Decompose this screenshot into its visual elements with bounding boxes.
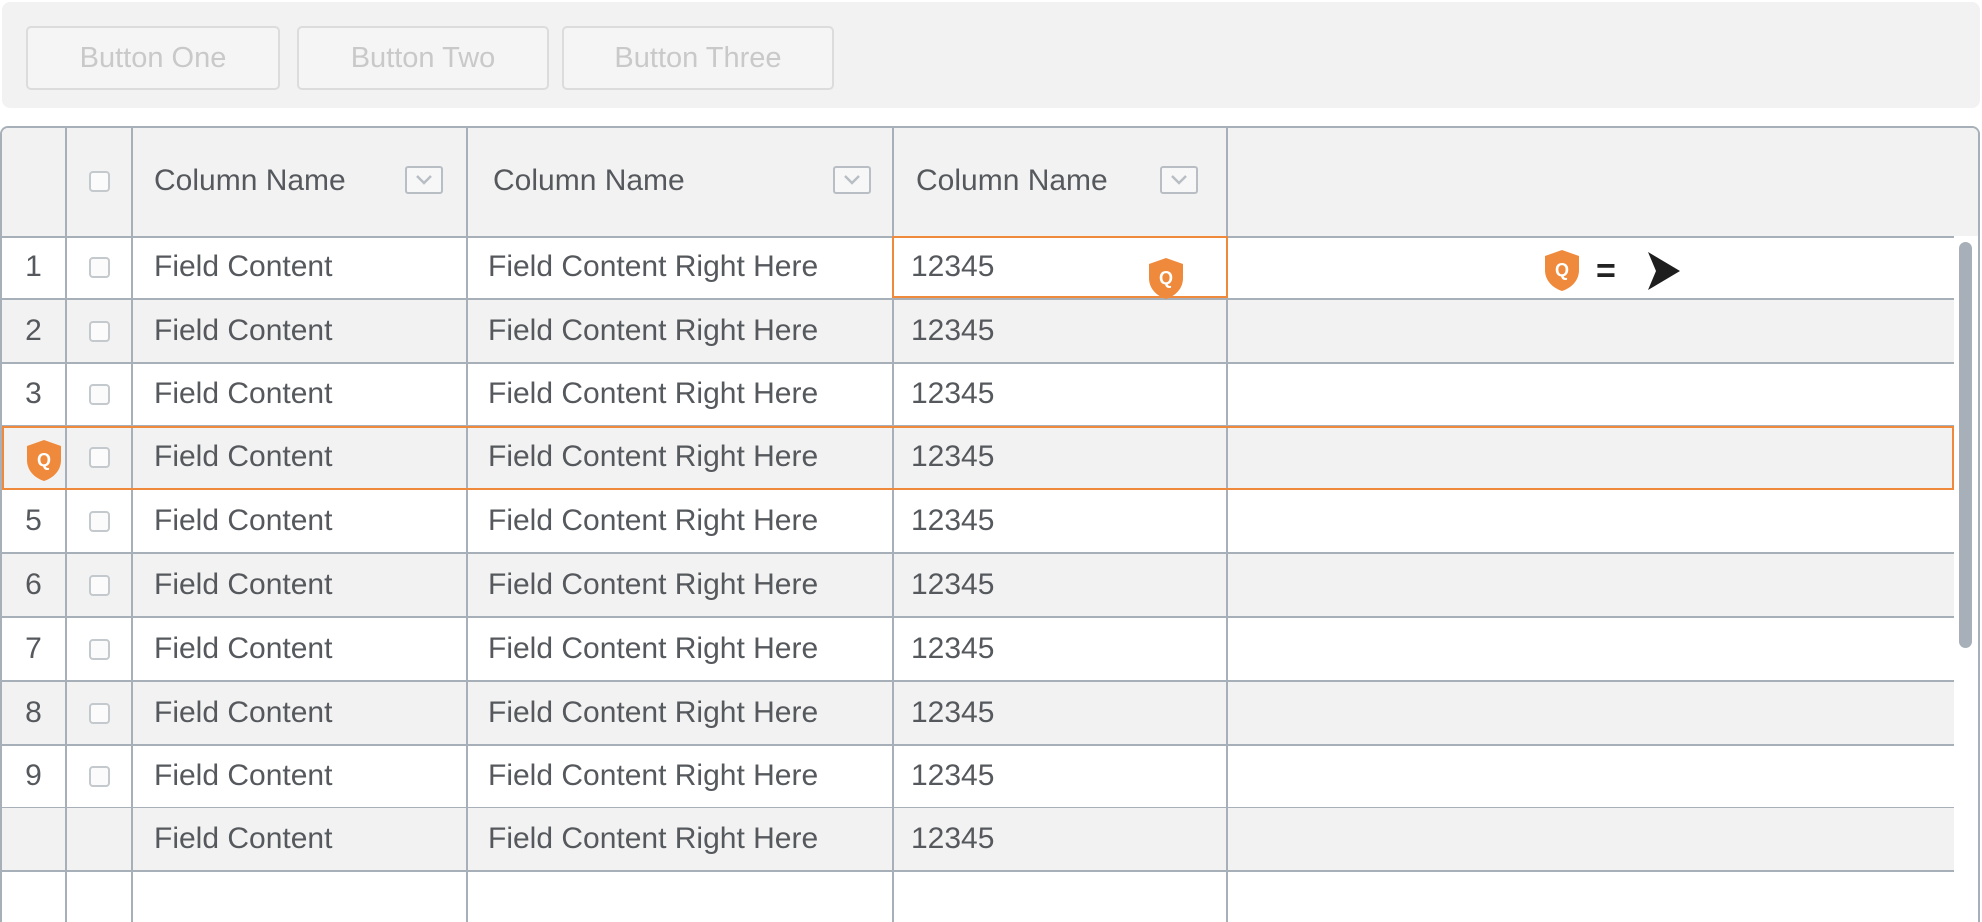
grid-divider xyxy=(1226,128,1228,922)
grid-divider xyxy=(65,128,67,922)
column-header-3-label[interactable]: Column Name xyxy=(916,128,1108,234)
field-cell[interactable]: Field Content Right Here xyxy=(488,363,818,425)
row-number: 5 xyxy=(25,504,42,537)
row-checkbox[interactable] xyxy=(88,702,110,724)
row-number: 7 xyxy=(25,632,42,665)
button-three[interactable]: Button Three xyxy=(562,26,834,90)
number-cell[interactable]: 12345 xyxy=(911,745,994,807)
field-cell[interactable]: Field Content xyxy=(154,808,332,870)
number-cell[interactable]: 12345 xyxy=(911,618,994,680)
field-cell[interactable]: Field Content Right Here xyxy=(488,808,818,870)
button-one[interactable]: Button One xyxy=(26,26,280,90)
field-cell[interactable]: Field Content xyxy=(154,618,332,680)
scrollbar-thumb[interactable] xyxy=(1959,242,1972,648)
number-cell[interactable]: 12345 xyxy=(911,554,994,616)
button-two[interactable]: Button Two xyxy=(297,26,549,90)
field-cell[interactable]: Field Content xyxy=(154,745,332,807)
field-cell[interactable]: Field Content xyxy=(154,300,332,362)
row-checkbox-cell xyxy=(67,300,131,362)
number-cell[interactable]: 12345 xyxy=(911,426,994,488)
vertical-scrollbar[interactable] xyxy=(1954,236,1978,922)
row-checkbox-cell xyxy=(67,426,131,488)
row-number: 6 xyxy=(25,568,42,601)
column-3-dropdown[interactable] xyxy=(1160,166,1198,194)
svg-text:Q: Q xyxy=(1555,260,1569,280)
chevron-down-icon xyxy=(844,175,860,185)
row-checkbox-cell xyxy=(67,554,131,616)
q-shield-icon: Q xyxy=(1545,250,1579,291)
number-cell[interactable]: 12345 xyxy=(911,682,994,744)
grid-divider xyxy=(131,128,133,922)
column-header-2-label[interactable]: Column Name xyxy=(493,128,685,234)
row-number: 2 xyxy=(25,314,42,347)
field-cell[interactable]: Field Content xyxy=(154,490,332,552)
number-cell[interactable]: 12345 xyxy=(911,490,994,552)
svg-text:Q: Q xyxy=(1159,268,1173,288)
q-shield-icon: Q xyxy=(27,440,61,481)
cursor-arrow-icon xyxy=(1648,252,1680,290)
table-row[interactable]: 6 Field Content Field Content Right Here… xyxy=(2,554,1954,618)
row-checkbox[interactable] xyxy=(88,510,110,532)
table-row[interactable]: 5 Field Content Field Content Right Here… xyxy=(2,490,1954,554)
row-checkbox-cell xyxy=(67,745,131,807)
field-cell[interactable]: Field Content xyxy=(154,426,332,488)
select-all-cell xyxy=(67,128,131,234)
table-row[interactable]: 2 Field Content Field Content Right Here… xyxy=(2,300,1954,364)
number-cell[interactable]: 12345 xyxy=(911,300,994,362)
table-row[interactable]: Field Content Field Content Right Here 1… xyxy=(2,426,1954,490)
grid-divider xyxy=(892,128,894,922)
field-cell[interactable]: Field Content xyxy=(154,682,332,744)
field-cell[interactable]: Field Content Right Here xyxy=(488,745,818,807)
row-checkbox[interactable] xyxy=(88,638,110,660)
field-cell[interactable]: Field Content Right Here xyxy=(488,618,818,680)
row-number xyxy=(2,808,65,870)
row-checkbox-cell xyxy=(67,236,131,298)
table-row-empty[interactable] xyxy=(2,872,1954,922)
data-grid: Column Name Column Name Column Name 1 Fi… xyxy=(0,126,1980,922)
field-cell[interactable]: Field Content Right Here xyxy=(488,554,818,616)
svg-text:Q: Q xyxy=(37,450,51,470)
legend-equals: = xyxy=(1596,252,1616,290)
row-checkbox-cell xyxy=(67,490,131,552)
field-cell[interactable]: Field Content Right Here xyxy=(488,426,818,488)
field-cell[interactable]: Field Content xyxy=(154,554,332,616)
field-cell[interactable]: Field Content xyxy=(154,236,332,298)
field-cell[interactable]: Field Content Right Here xyxy=(488,682,818,744)
row-checkbox[interactable] xyxy=(88,446,110,468)
row-checkbox[interactable] xyxy=(88,256,110,278)
grid-header: Column Name Column Name Column Name xyxy=(2,128,1978,238)
table-row[interactable]: 8 Field Content Field Content Right Here… xyxy=(2,682,1954,746)
row-checkbox-cell xyxy=(67,363,131,425)
column-2-dropdown[interactable] xyxy=(833,166,871,194)
row-number: 1 xyxy=(25,250,42,283)
row-checkbox[interactable] xyxy=(88,765,110,787)
chevron-down-icon xyxy=(416,175,432,185)
field-cell[interactable]: Field Content Right Here xyxy=(488,236,818,298)
number-cell[interactable]: 12345 xyxy=(911,808,994,870)
table-row[interactable]: Field Content Field Content Right Here 1… xyxy=(2,808,1954,872)
chevron-down-icon xyxy=(1171,175,1187,185)
row-checkbox-cell xyxy=(67,618,131,680)
column-1-dropdown[interactable] xyxy=(405,166,443,194)
row-number: 9 xyxy=(25,759,42,792)
table-row[interactable]: 7 Field Content Field Content Right Here… xyxy=(2,618,1954,682)
row-number: 3 xyxy=(25,377,42,410)
row-checkbox[interactable] xyxy=(88,574,110,596)
row-checkbox[interactable] xyxy=(88,383,110,405)
select-all-checkbox[interactable] xyxy=(88,170,110,192)
number-cell[interactable]: 12345 xyxy=(911,236,994,298)
toolbar: Button One Button Two Button Three xyxy=(2,2,1980,108)
column-header-1-label[interactable]: Column Name xyxy=(154,128,346,234)
field-cell[interactable]: Field Content Right Here xyxy=(488,490,818,552)
q-shield-icon: Q xyxy=(1149,258,1183,299)
field-cell[interactable]: Field Content xyxy=(154,363,332,425)
row-number: 8 xyxy=(25,696,42,729)
grid-divider xyxy=(466,128,468,922)
row-checkbox[interactable] xyxy=(88,320,110,342)
row-checkbox-cell xyxy=(67,682,131,744)
table-row[interactable]: 3 Field Content Field Content Right Here… xyxy=(2,363,1954,427)
number-cell[interactable]: 12345 xyxy=(911,363,994,425)
field-cell[interactable]: Field Content Right Here xyxy=(488,300,818,362)
table-row[interactable]: 9 Field Content Field Content Right Here… xyxy=(2,745,1954,809)
